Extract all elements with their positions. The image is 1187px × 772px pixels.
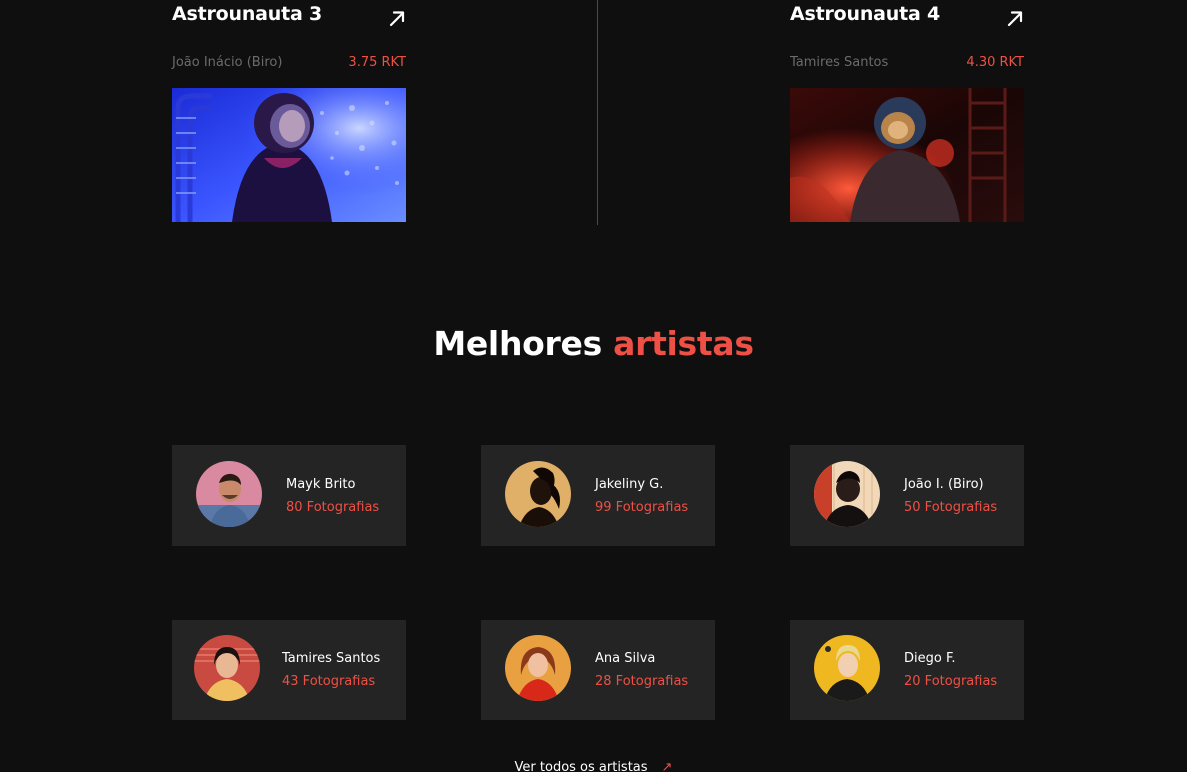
nft-image[interactable] xyxy=(172,88,406,222)
nft-owner: Tamires Santos xyxy=(790,55,889,70)
artist-name: João I. (Biro) xyxy=(904,477,984,492)
artist-card[interactable]: Tamires Santos 43 Fotografias xyxy=(172,620,406,720)
artist-card[interactable]: Jakeliny G. 99 Fotografias xyxy=(481,445,715,546)
arrow-up-right-icon[interactable] xyxy=(1006,9,1024,27)
artist-name: Jakeliny G. xyxy=(595,477,664,492)
artist-photo-count: 20 Fotografias xyxy=(904,674,998,689)
artist-info: Tamires Santos 43 Fotografias xyxy=(282,650,380,690)
arrow-up-right-icon[interactable] xyxy=(388,9,406,27)
artist-info: Mayk Brito 80 Fotografias xyxy=(286,476,379,516)
artist-name: Diego F. xyxy=(904,651,956,666)
artist-card[interactable]: Ana Silva 28 Fotografias xyxy=(481,620,715,720)
avatar xyxy=(194,635,260,701)
nft-meta: João Inácio (Biro) 3.75 RKT xyxy=(172,55,406,70)
artist-card[interactable]: Diego F. 20 Fotografias xyxy=(790,620,1024,720)
see-all-artists-link[interactable]: Ver todos os artistas ↗ xyxy=(0,760,1187,772)
nft-price: 3.75 RKT xyxy=(348,55,406,70)
nft-price: 4.30 RKT xyxy=(966,55,1024,70)
section-title-accent: artistas xyxy=(613,324,754,363)
see-all-label[interactable]: Ver todos os artistas xyxy=(515,760,648,772)
artist-photo-count: 50 Fotografias xyxy=(904,500,998,515)
nft-meta: Tamires Santos 4.30 RKT xyxy=(790,55,1024,70)
avatar xyxy=(505,635,571,701)
artist-name: Mayk Brito xyxy=(286,477,356,492)
page: Astrounauta 3 João Inácio (Biro) 3.75 RK… xyxy=(0,0,1187,772)
divider xyxy=(597,0,598,225)
artist-info: Ana Silva 28 Fotografias xyxy=(595,650,688,690)
artist-name: Tamires Santos xyxy=(282,651,381,666)
artist-photo-count: 99 Fotografias xyxy=(595,500,689,515)
avatar xyxy=(814,461,880,527)
artist-photo-count: 80 Fotografias xyxy=(286,500,380,515)
avatar xyxy=(505,461,571,527)
nft-title[interactable]: Astrounauta 3 xyxy=(172,3,322,25)
artist-info: João I. (Biro) 50 Fotografias xyxy=(904,476,997,516)
nft-title[interactable]: Astrounauta 4 xyxy=(790,3,940,25)
avatar xyxy=(196,461,262,527)
avatar xyxy=(814,635,880,701)
artist-photo-count: 28 Fotografias xyxy=(595,674,689,689)
nft-owner: João Inácio (Biro) xyxy=(172,55,283,70)
artist-name: Ana Silva xyxy=(595,651,656,666)
section-title-main: Melhores xyxy=(433,324,602,363)
nft-image[interactable] xyxy=(790,88,1024,222)
artist-info: Jakeliny G. 99 Fotografias xyxy=(595,476,688,516)
arrow-up-right-icon[interactable]: ↗ xyxy=(662,760,673,772)
artist-card[interactable]: João I. (Biro) 50 Fotografias xyxy=(790,445,1024,546)
artist-info: Diego F. 20 Fotografias xyxy=(904,650,997,690)
section-title: Melhores artistas xyxy=(0,324,1187,363)
artist-card[interactable]: Mayk Brito 80 Fotografias xyxy=(172,445,406,546)
artist-photo-count: 43 Fotografias xyxy=(282,674,376,689)
